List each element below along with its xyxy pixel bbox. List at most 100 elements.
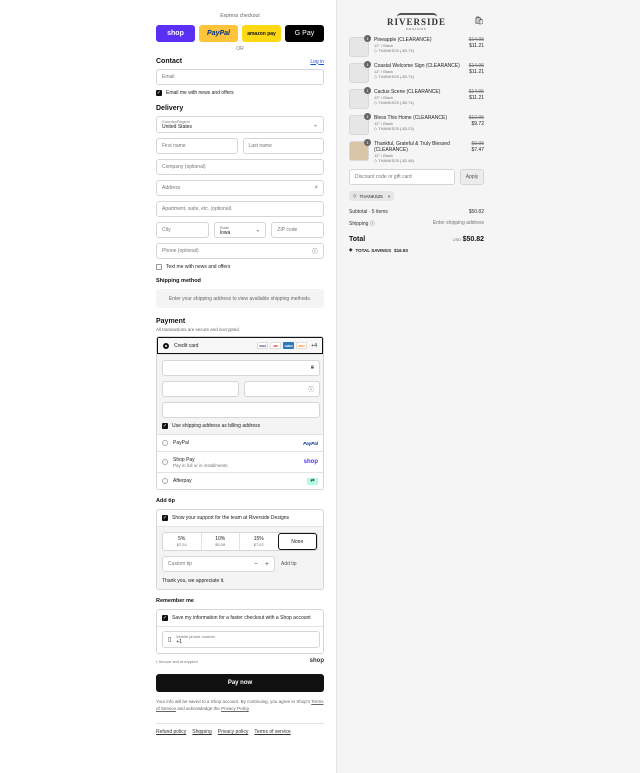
- email-news-checkbox[interactable]: ✓ Email me with news and offers: [156, 90, 323, 96]
- phone-field[interactable]: Phone (optional) ⓘ: [156, 243, 324, 259]
- plus-icon[interactable]: +: [265, 561, 269, 568]
- pay-now-button[interactable]: Pay now: [156, 674, 324, 692]
- mobile-phone-field[interactable]: ▯ Mobile phone number +1: [162, 631, 320, 648]
- store-logo-subtext: DESIGNS: [406, 27, 427, 31]
- first-name-field[interactable]: First name: [156, 138, 238, 154]
- quantity-badge: 1: [364, 87, 371, 94]
- subtotal-value: $50.82: [468, 209, 484, 215]
- tip-option-none[interactable]: None: [277, 533, 317, 550]
- item-discount: ◇ THANKS25 (-$3.74): [374, 74, 414, 79]
- help-icon[interactable]: ⓘ: [312, 247, 318, 256]
- paypal-option[interactable]: PayPal PayPal: [157, 434, 323, 451]
- checkbox-icon: [156, 264, 162, 270]
- chevron-down-icon: ⌄: [312, 122, 318, 128]
- tip-checkbox[interactable]: ✓ Show your support for the team at Rive…: [157, 510, 323, 526]
- currency-label: USD: [452, 237, 462, 242]
- tip-option-5[interactable]: 5% $2.54: [163, 533, 201, 550]
- shop-pay-button[interactable]: shop: [156, 25, 195, 42]
- mobile-phone-value: +1: [176, 639, 183, 645]
- shipping-title: Shipping method: [156, 278, 201, 284]
- address-field[interactable]: Address ⌕: [156, 180, 324, 196]
- product-thumbnail: 1: [349, 61, 371, 83]
- last-name-field[interactable]: Last name: [242, 138, 324, 154]
- credit-card-option[interactable]: Credit card VISA MC AMEX DISC +4: [157, 337, 323, 354]
- discount-tag: ◇ THANKS25 ×: [349, 191, 395, 201]
- apartment-field[interactable]: Apartment, suite, etc. (optional): [156, 201, 324, 217]
- store-logo[interactable]: RIVERSIDE DESIGNS 🛍︎: [349, 0, 484, 31]
- shipping-summary-value: Enter shipping address: [432, 220, 484, 226]
- billing-checkbox[interactable]: ✓ Use shipping address as billing addres…: [162, 423, 318, 429]
- search-icon: ⌕: [314, 184, 318, 191]
- tip-support-label: Show your support for the team at Rivers…: [172, 515, 289, 521]
- text-news-checkbox[interactable]: Text me with news and offers: [156, 264, 323, 270]
- city-field[interactable]: City: [156, 222, 209, 238]
- country-select[interactable]: Country/Region United States ⌄: [156, 116, 324, 133]
- tip-thanks: Thank you, we appreciate it.: [162, 578, 225, 584]
- lock-icon: ▪: [156, 658, 158, 664]
- legal-text: Your info will be saved to a Shop accoun…: [156, 699, 324, 711]
- privacy-link[interactable]: Privacy Policy: [221, 706, 249, 711]
- subtotal-label: Subtotal · 5 items: [349, 209, 388, 215]
- card-number-field[interactable]: 🔒︎: [162, 360, 320, 376]
- savings-label: TOTAL SAVINGS: [355, 247, 392, 253]
- tip-section: ✓ Show your support for the team at Rive…: [156, 509, 324, 590]
- paypal-button[interactable]: PayPal: [199, 25, 238, 42]
- more-cards-label: +4: [311, 342, 317, 349]
- close-icon[interactable]: ×: [388, 194, 391, 199]
- save-info-checkbox[interactable]: ✓ Save my information for a faster check…: [157, 610, 323, 626]
- quantity-badge: 1: [364, 35, 371, 42]
- text-news-label: Text me with news and offers: [166, 264, 231, 270]
- minus-icon[interactable]: −: [254, 561, 258, 568]
- shipping-link[interactable]: Shipping: [192, 729, 211, 735]
- state-select[interactable]: State Iowa ⌄: [213, 222, 267, 238]
- credit-card-form: 🔒︎ ⓘ ✓ Use shipping address as billing a…: [157, 354, 323, 434]
- company-field[interactable]: Company (optional): [156, 159, 324, 175]
- add-tip-button[interactable]: Add tip: [281, 561, 297, 567]
- tip-options: 5% $2.54 10% $5.08 15% $7.62 None: [162, 532, 318, 551]
- expiration-field[interactable]: [162, 381, 239, 397]
- tag-icon: ◈: [349, 247, 353, 252]
- checkout-form: Express checkout shop PayPal amazon pay …: [0, 0, 337, 773]
- custom-tip-field[interactable]: Custom tip − +: [162, 556, 275, 572]
- discount-code-field[interactable]: Discount code or gift card: [349, 169, 455, 185]
- phone-placeholder: Phone (optional): [162, 248, 199, 254]
- afterpay-icon: ⇄: [307, 477, 318, 485]
- tip-option-15[interactable]: 15% $7.62: [239, 533, 278, 550]
- privacy-policy-link[interactable]: Privacy policy: [218, 729, 249, 735]
- shop-logo: shop: [303, 459, 318, 465]
- shop-pay-option[interactable]: Shop Pay Pay in full or in installments …: [157, 451, 323, 472]
- shopping-bag-icon[interactable]: 🛍︎: [474, 16, 484, 25]
- zip-field[interactable]: ZIP code: [271, 222, 325, 238]
- tip-option-10[interactable]: 10% $5.08: [200, 533, 240, 550]
- country-value: United States: [162, 124, 193, 130]
- shipping-summary-label: Shipping ⓘ: [349, 221, 375, 227]
- help-icon[interactable]: ⓘ: [370, 221, 375, 227]
- check-icon: ✓: [156, 90, 162, 96]
- item-discount: ◇ THANKS25 (-$3.74): [374, 100, 414, 105]
- name-on-card-field[interactable]: [162, 402, 320, 418]
- discover-icon: DISC: [296, 342, 308, 349]
- cart-item: 1 Thankful, Grateful & Truly Blessed (CL…: [349, 139, 484, 163]
- radio-icon: [162, 478, 168, 484]
- login-link[interactable]: Log in: [310, 59, 324, 65]
- shop-logo: shop: [309, 658, 324, 664]
- remember-title: Remember me: [156, 598, 194, 604]
- cart-item: 1 Pineapple (CLEARANCE) 12" / Black ◇ TH…: [349, 35, 484, 57]
- help-icon[interactable]: ⓘ: [308, 385, 314, 394]
- tip-amount: $7.62: [253, 542, 264, 547]
- tip-options-panel: 5% $2.54 10% $5.08 15% $7.62 None Custom…: [157, 526, 323, 589]
- afterpay-option[interactable]: Afterpay ⇄: [157, 472, 323, 489]
- terms-of-service-link[interactable]: Terms of service: [254, 729, 290, 735]
- total-savings: ◈ TOTAL SAVINGS $16.93: [349, 247, 640, 253]
- payment-methods: Credit card VISA MC AMEX DISC +4 🔒︎ ⓘ ✓ …: [156, 336, 324, 490]
- refund-policy-link[interactable]: Refund policy: [156, 729, 186, 735]
- google-pay-button[interactable]: G Pay: [285, 25, 324, 42]
- total-label: Total: [349, 236, 366, 243]
- amazon-pay-button[interactable]: amazon pay: [242, 25, 281, 42]
- item-name: Thankful, Grateful & Truly Blessed (CLEA…: [374, 141, 450, 153]
- apply-button[interactable]: Apply: [460, 169, 484, 185]
- email-field[interactable]: Email: [156, 69, 324, 85]
- item-discount: ◇ THANKS25 (-$3.23): [374, 126, 414, 131]
- contact-title: Contact: [156, 58, 183, 65]
- security-code-field[interactable]: ⓘ: [243, 381, 320, 397]
